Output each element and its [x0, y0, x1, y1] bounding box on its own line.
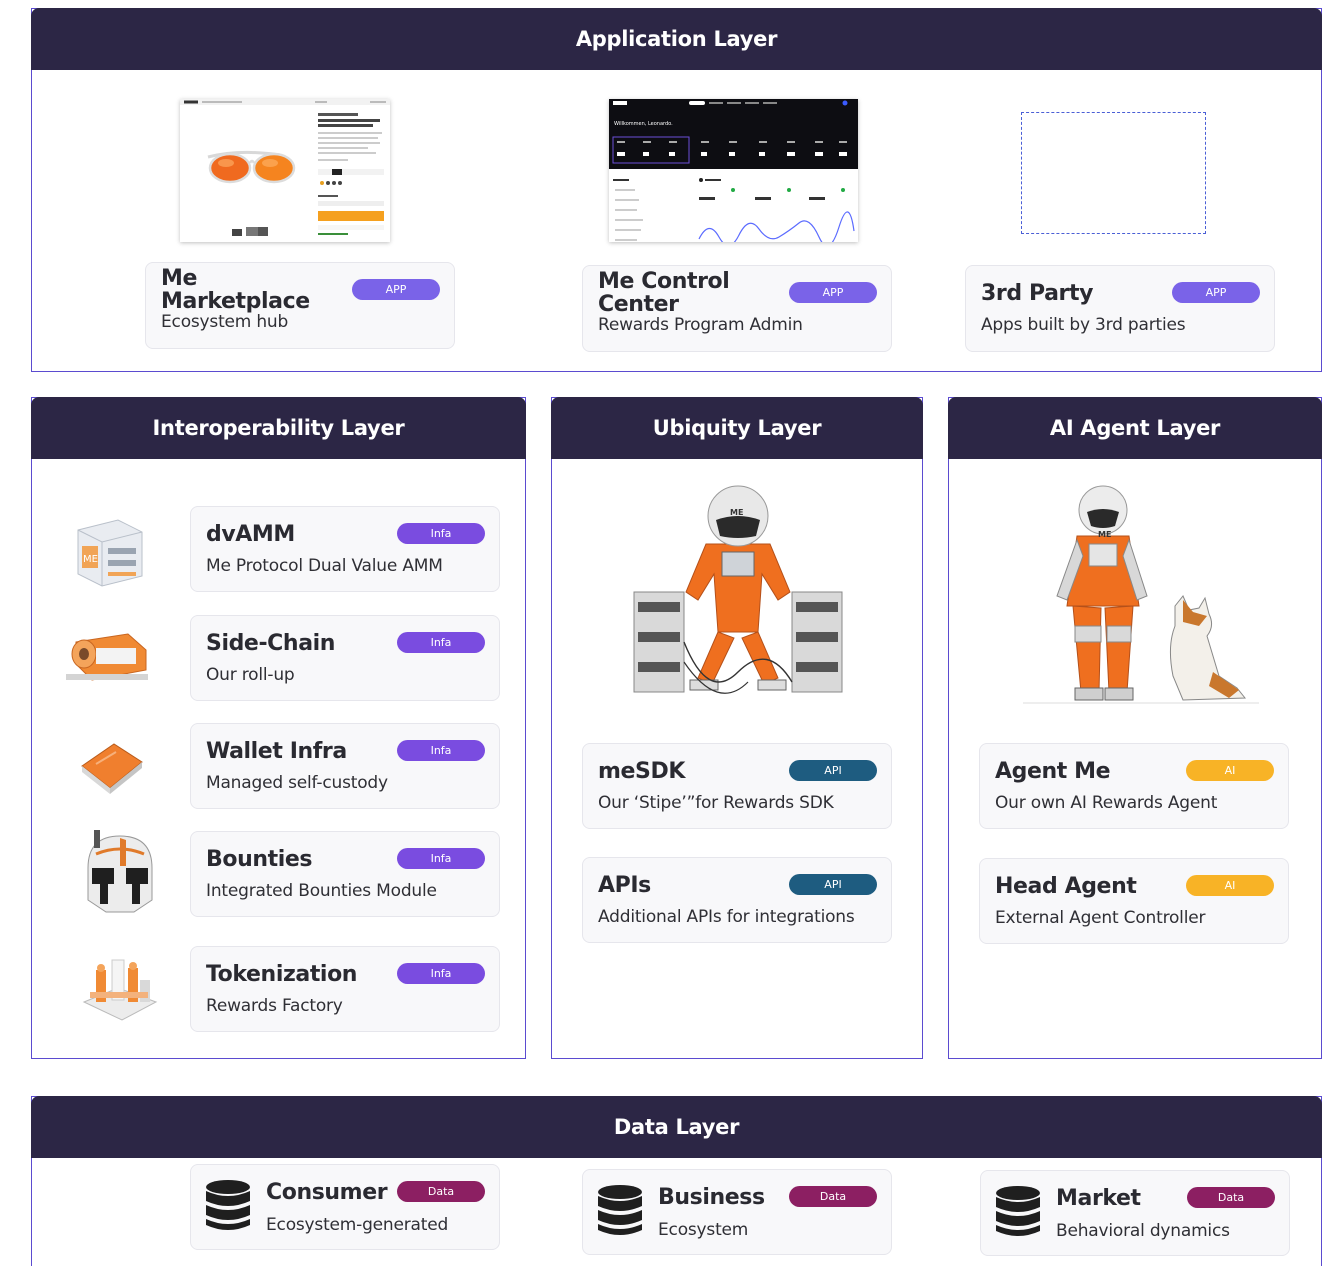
infa-badge: Infa [397, 523, 485, 544]
card-mesdk[interactable]: meSDK API Our ‘Stipe’”for Rewards SDK [582, 743, 892, 829]
app-badge: APP [1172, 282, 1260, 303]
infa-badge: Infa [397, 740, 485, 761]
card-subtitle: Managed self-custody [206, 773, 388, 793]
database-icon [598, 1185, 642, 1235]
helmet-icon [87, 830, 153, 913]
ai-agent-layer-title: AI Agent Layer [1049, 416, 1221, 440]
card-subtitle: Ecosystem hub [161, 312, 289, 332]
ubiquity-helmet-text: ME [730, 508, 744, 517]
card-bounties[interactable]: Bounties Infa Integrated Bounties Module [190, 831, 500, 917]
card-apis[interactable]: APIs API Additional APIs for integration… [582, 857, 892, 943]
application-layer-title: Application Layer [575, 27, 778, 51]
app-badge: APP [789, 282, 877, 303]
api-badge: API [789, 874, 877, 895]
ai-helmet-text: ME [1098, 530, 1112, 539]
card-subtitle: Apps built by 3rd parties [981, 315, 1186, 335]
card-title: Me Marketplace [161, 266, 310, 314]
svg-text:ME: ME [83, 554, 98, 565]
database-icon [996, 1186, 1040, 1236]
card-title: dvAMM [206, 522, 295, 547]
card-title: 3rd Party [981, 281, 1094, 306]
data-layer-header: Data Layer [31, 1096, 1322, 1158]
dashboard-greeting: Willkommen, Leonardo. [614, 121, 673, 127]
card-subtitle: Integrated Bounties Module [206, 881, 437, 901]
card-title: Market [1056, 1186, 1141, 1211]
infa-badge: Infa [397, 848, 485, 869]
card-subtitle: Rewards Program Admin [598, 315, 803, 335]
marketplace-screenshot [180, 99, 390, 242]
card-subtitle: Me Protocol Dual Value AMM [206, 556, 443, 576]
data-badge: Data [397, 1181, 485, 1202]
card-subtitle: Our roll-up [206, 665, 295, 685]
card-tokenization[interactable]: Tokenization Infa Rewards Factory [190, 946, 500, 1032]
application-layer: Application Layer Willkommen, Leonardo. … [31, 8, 1322, 372]
card-subtitle: Our own AI Rewards Agent [995, 793, 1218, 813]
card-me-marketplace[interactable]: Me Marketplace APP Ecosystem hub [145, 262, 455, 349]
card-title: Business [658, 1185, 765, 1210]
card-subtitle: External Agent Controller [995, 908, 1206, 928]
card-title: Wallet Infra [206, 739, 347, 764]
roller-machine-icon [66, 633, 148, 681]
data-badge: Data [789, 1186, 877, 1207]
card-me-control-center[interactable]: Me Control Center APP Rewards Program Ad… [582, 265, 892, 352]
ai-agent-layer: AI Agent Layer ME Agent Me AI Our own AI… [948, 397, 1322, 1059]
card-title: Consumer [266, 1180, 388, 1205]
card-title: Me Control Center [598, 269, 730, 317]
wallet-book-icon [81, 743, 143, 794]
card-subtitle: Rewards Factory [206, 996, 343, 1016]
card-3rd-party[interactable]: 3rd Party APP Apps built by 3rd parties [965, 265, 1275, 352]
card-title: meSDK [598, 759, 685, 784]
infa-badge: Infa [397, 632, 485, 653]
card-subtitle: Ecosystem-generated [266, 1215, 449, 1235]
app-badge: APP [352, 279, 440, 300]
card-subtitle: Our ‘Stipe’”for Rewards SDK [598, 793, 834, 813]
card-dvamm[interactable]: dvAMM Infa Me Protocol Dual Value AMM [190, 506, 500, 592]
server-machine-icon: ME [77, 519, 143, 587]
card-market[interactable]: Market Data Behavioral dynamics [980, 1170, 1290, 1256]
card-title: Side-Chain [206, 631, 336, 656]
card-business[interactable]: Business Data Ecosystem [582, 1169, 892, 1255]
infa-badge: Infa [397, 963, 485, 984]
interoperability-layer-header: Interoperability Layer [31, 397, 526, 459]
ubiquity-layer: Ubiquity Layer ME meSDK API Our ‘Stipe’”… [551, 397, 923, 1059]
card-title: APIs [598, 873, 651, 898]
interoperability-layer-title: Interoperability Layer [152, 416, 405, 440]
ubiquity-layer-title: Ubiquity Layer [652, 416, 822, 440]
card-title: Head Agent [995, 874, 1137, 899]
api-badge: API [789, 760, 877, 781]
card-subtitle: Behavioral dynamics [1056, 1221, 1230, 1241]
card-consumer[interactable]: Consumer Data Ecosystem-generated [190, 1164, 500, 1250]
card-title: Tokenization [206, 962, 358, 987]
card-title: Agent Me [995, 759, 1111, 784]
data-layer: Data Layer Consumer Data Ecosystem-gener… [31, 1096, 1322, 1266]
database-icon [206, 1180, 250, 1230]
ai-badge: AI [1186, 760, 1274, 781]
card-subtitle: Ecosystem [658, 1220, 749, 1240]
sunglasses-product-image [180, 99, 390, 236]
ai-agent-layer-header: AI Agent Layer [948, 397, 1322, 459]
card-side-chain[interactable]: Side-Chain Infa Our roll-up [190, 615, 500, 701]
card-title: Bounties [206, 847, 313, 872]
interoperability-layer: Interoperability Layer ME dvAMM Infa Me … [31, 397, 526, 1059]
factory-icon [82, 959, 158, 1021]
ubiquity-layer-header: Ubiquity Layer [551, 397, 923, 459]
control-center-screenshot: Willkommen, Leonardo. [609, 99, 858, 242]
card-subtitle: Additional APIs for integrations [598, 907, 855, 927]
card-head-agent[interactable]: Head Agent AI External Agent Controller [979, 858, 1289, 944]
data-badge: Data [1187, 1187, 1275, 1208]
data-layer-title: Data Layer [613, 1115, 740, 1139]
astronaut-dog-image [1023, 485, 1259, 704]
ai-badge: AI [1186, 875, 1274, 896]
third-party-placeholder [1021, 112, 1206, 234]
application-layer-header: Application Layer [31, 8, 1322, 70]
card-agent-me[interactable]: Agent Me AI Our own AI Rewards Agent [979, 743, 1289, 829]
card-wallet-infra[interactable]: Wallet Infra Infa Managed self-custody [190, 723, 500, 809]
